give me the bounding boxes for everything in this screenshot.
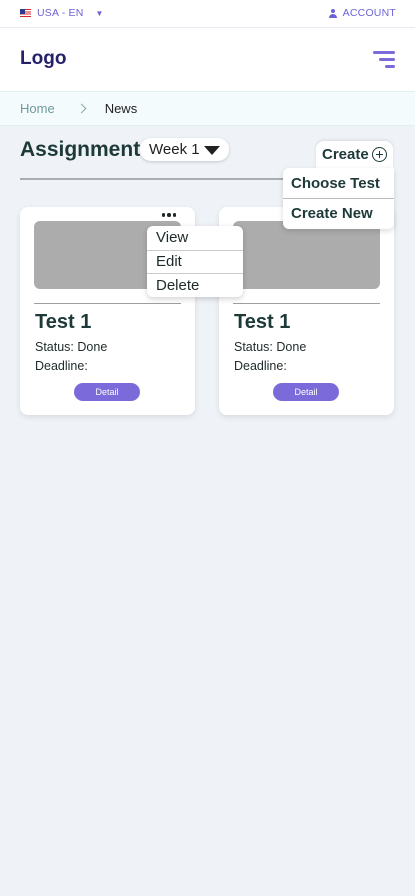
card-divider bbox=[233, 303, 380, 304]
card-title: Test 1 bbox=[35, 311, 92, 333]
account-label: ACCOUNT bbox=[342, 7, 396, 19]
page-title: Assignment bbox=[20, 138, 141, 161]
card-divider bbox=[34, 303, 181, 304]
menu-item-edit[interactable]: Edit bbox=[147, 249, 243, 274]
week-dropdown-value: Week 1 bbox=[149, 141, 200, 158]
plus-circle-icon bbox=[372, 147, 387, 162]
menu-item-choose-test[interactable]: Choose Test bbox=[283, 168, 394, 198]
menu-item-delete[interactable]: Delete bbox=[147, 273, 243, 297]
create-dropdown-menu: Choose Test Create New bbox=[283, 168, 394, 229]
breadcrumb-current: News bbox=[104, 101, 138, 116]
locale-label: USA - EN bbox=[37, 7, 84, 19]
card-thumbnail bbox=[233, 221, 380, 289]
card-status: Status: Done bbox=[234, 340, 307, 354]
week-dropdown[interactable]: Week 1 bbox=[140, 138, 229, 161]
us-flag-icon bbox=[20, 9, 31, 17]
locale-selector[interactable]: USA - EN ▼ bbox=[20, 7, 104, 19]
hamburger-menu-icon[interactable] bbox=[373, 51, 395, 69]
create-button-label: Create bbox=[322, 146, 369, 163]
logo[interactable]: Logo bbox=[20, 48, 66, 70]
card-status: Status: Done bbox=[35, 340, 108, 354]
menu-item-create-new[interactable]: Create New bbox=[283, 198, 394, 228]
card-title: Test 1 bbox=[234, 311, 291, 333]
card-deadline: Deadline: bbox=[234, 359, 287, 373]
chevron-right-icon bbox=[76, 103, 87, 114]
caret-down-icon bbox=[204, 146, 220, 155]
card-context-menu: View Edit Delete bbox=[147, 226, 243, 297]
detail-button[interactable]: Detail bbox=[74, 383, 140, 401]
breadcrumb-home-link[interactable]: Home bbox=[20, 101, 55, 116]
top-utility-bar: USA - EN ▼ ACCOUNT bbox=[0, 0, 415, 28]
assignment-card: Test 1 Status: Done Deadline: Detail bbox=[219, 207, 394, 415]
site-header: Logo bbox=[0, 28, 415, 91]
more-dots-icon[interactable] bbox=[159, 209, 179, 221]
card-deadline: Deadline: bbox=[35, 359, 88, 373]
title-divider bbox=[20, 178, 295, 180]
menu-item-view[interactable]: View bbox=[147, 226, 243, 250]
create-button[interactable]: Create bbox=[316, 141, 393, 168]
detail-button[interactable]: Detail bbox=[273, 383, 339, 401]
account-link[interactable]: ACCOUNT bbox=[328, 7, 396, 19]
dropdown-caret-icon: ▼ bbox=[95, 8, 104, 18]
user-icon bbox=[328, 8, 337, 18]
breadcrumb: Home News bbox=[0, 91, 415, 126]
